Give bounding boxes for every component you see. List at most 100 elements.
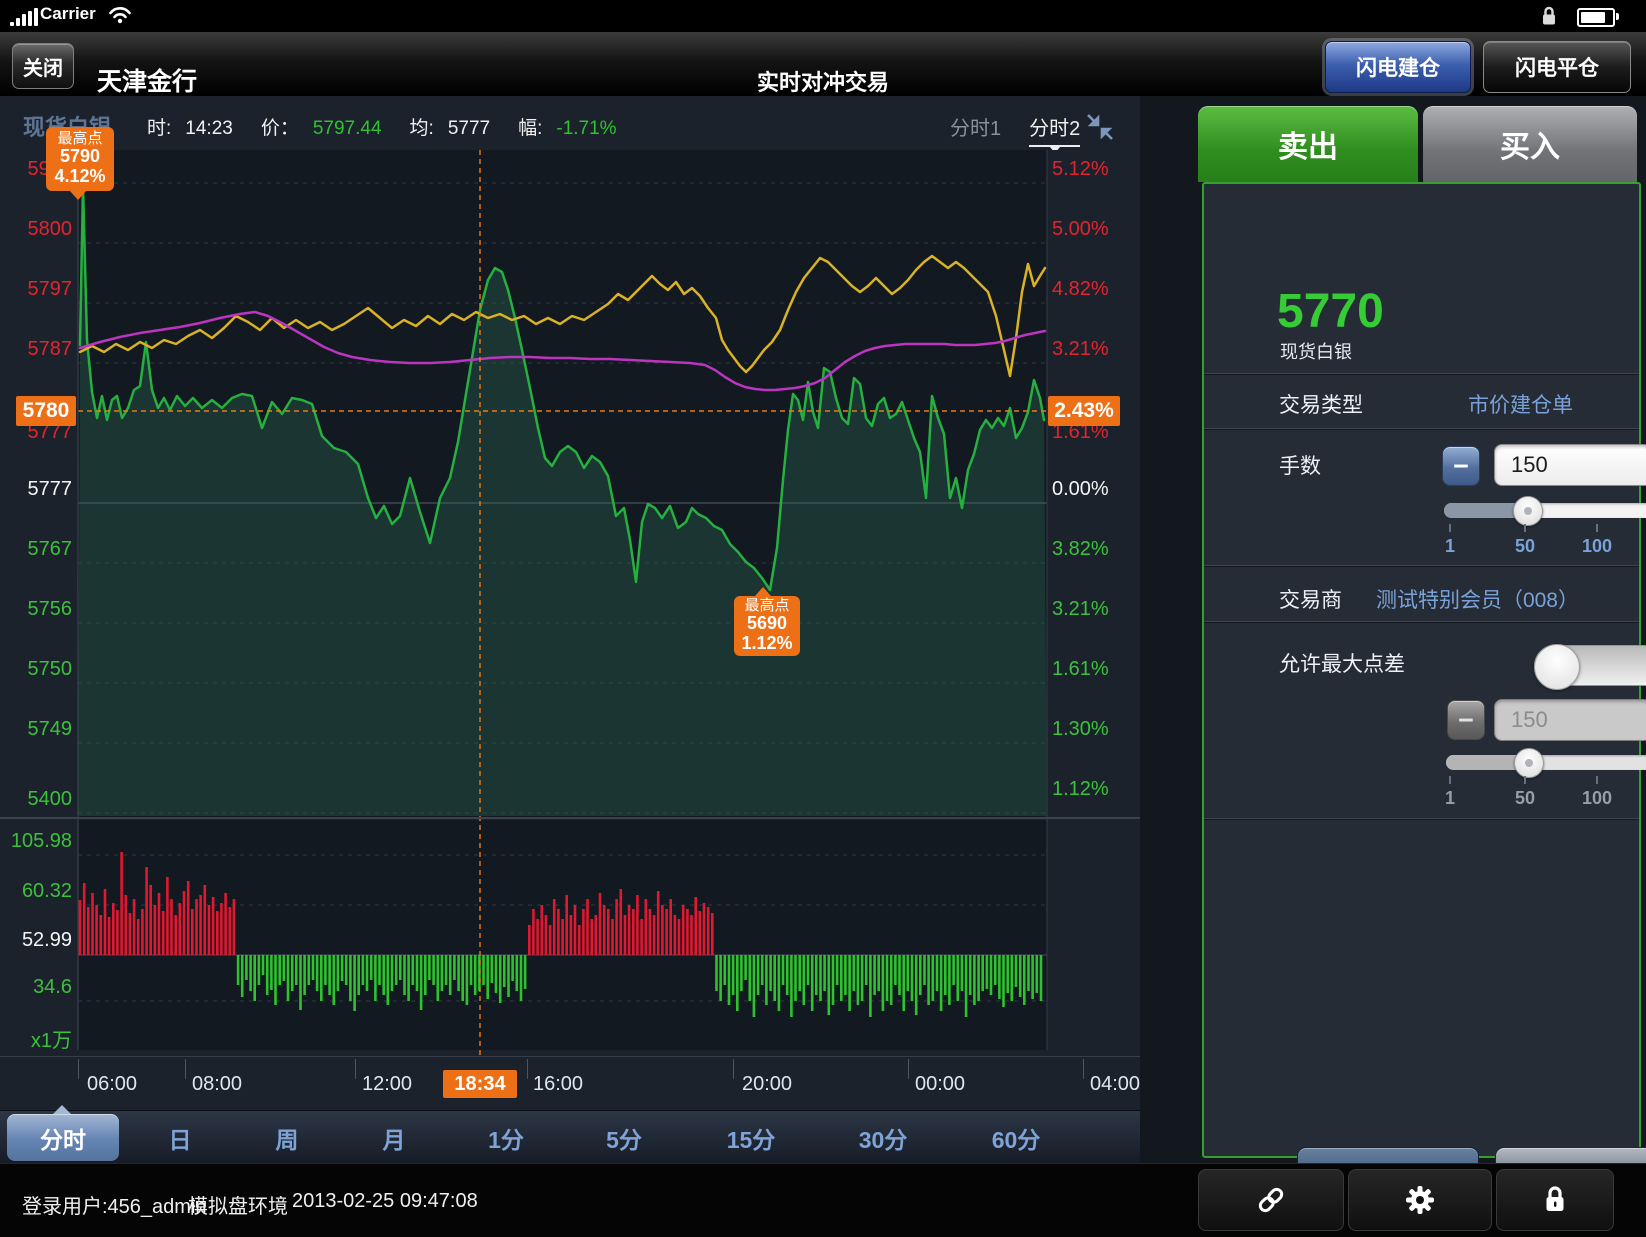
spread-minus-button[interactable]: − — [1447, 700, 1485, 740]
axis-label: 1.12% — [1052, 778, 1109, 801]
slider-tick — [1596, 524, 1598, 532]
broker-value[interactable]: 测试特别会员（008） — [1376, 584, 1579, 614]
lots-slider-knob[interactable] — [1513, 496, 1543, 526]
lock-icon — [1542, 1184, 1568, 1216]
time-tick — [355, 1059, 356, 1079]
max-spread-label: 允许最大点差 — [1279, 648, 1405, 678]
flash-open-button[interactable]: 闪电建仓 — [1325, 41, 1471, 93]
lock-button[interactable] — [1496, 1169, 1614, 1231]
spread-slider[interactable] — [1446, 755, 1646, 770]
period-tab[interactable]: 月 — [371, 1111, 418, 1164]
sell-tab[interactable]: 卖出 — [1198, 106, 1418, 182]
nav-bar: 关闭 天津金行 实时对冲交易 闪电建仓 闪电平仓 — [0, 32, 1646, 97]
period-tab[interactable]: 15分 — [715, 1111, 788, 1164]
divider — [1204, 565, 1639, 566]
time-tick — [185, 1059, 186, 1079]
period-tab[interactable]: 5分 — [594, 1111, 654, 1164]
axis-label: 5756 — [2, 598, 72, 621]
divider — [1204, 621, 1639, 622]
axis-label: 5797 — [2, 278, 72, 301]
slider-tick — [1449, 524, 1451, 532]
period-tab[interactable]: 日 — [157, 1111, 204, 1164]
status-bar: Carrier — [0, 0, 1646, 32]
tab-fenshi2[interactable]: 分时2 — [1029, 112, 1080, 147]
lots-minus-button[interactable]: − — [1442, 446, 1480, 486]
divider — [1204, 428, 1639, 429]
current-percent-badge: 2.43% — [1048, 396, 1120, 426]
buy-tab[interactable]: 买入 — [1423, 106, 1637, 182]
lots-input[interactable] — [1494, 444, 1646, 486]
trade-panel: 卖出 买入 5770 现货白银 交易类型 市价建仓单 手数 − + 150100… — [1140, 96, 1646, 1163]
axis-label: 5.00% — [1052, 218, 1109, 241]
axis-label: 5.12% — [1052, 158, 1109, 181]
trading-app: Carrier 关闭 天津金行 实时对冲交易 闪电建仓 闪电平仓 现货白银 时:… — [0, 0, 1646, 1237]
axis-label: 5767 — [2, 538, 72, 561]
slider-tick — [1596, 776, 1598, 784]
environment-label: 模拟盘环境 — [188, 1190, 288, 1219]
period-tab[interactable]: 60分 — [980, 1111, 1053, 1164]
axis-label: 4.82% — [1052, 278, 1109, 301]
chart-region: 现货白银 时:14:23价：5797.44均:5777幅:-1.71% 分时1 … — [0, 96, 1140, 1163]
axis-label: 5800 — [2, 218, 72, 241]
spread-slider-knob[interactable] — [1514, 748, 1544, 778]
period-tab[interactable]: 30分 — [847, 1111, 920, 1164]
lots-label: 手数 — [1279, 450, 1321, 480]
axis-label: 5777 — [2, 478, 72, 501]
slider-tick-label: 100 — [1582, 788, 1612, 809]
order-form: 5770 现货白银 交易类型 市价建仓单 手数 − + 150100150 交易… — [1202, 182, 1641, 1158]
slider-tick — [1524, 776, 1526, 784]
time-label: 20:00 — [742, 1073, 792, 1096]
time-tick — [733, 1059, 734, 1079]
spread-input[interactable] — [1494, 699, 1646, 741]
time-tick — [908, 1059, 909, 1079]
axis-label: 1.30% — [1052, 718, 1109, 741]
max-spread-toggle[interactable] — [1534, 645, 1646, 686]
axis-label: x1万 — [2, 1024, 72, 1053]
link-button[interactable] — [1198, 1169, 1344, 1231]
wifi-icon — [108, 6, 132, 24]
period-tab-active[interactable]: 分时 — [7, 1114, 119, 1161]
flash-close-button[interactable]: 闪电平仓 — [1483, 41, 1631, 93]
axis-label: 1.61% — [1052, 658, 1109, 681]
time-label: 16:00 — [533, 1073, 583, 1096]
slider-tick — [1524, 524, 1526, 532]
time-label: 08:00 — [192, 1073, 242, 1096]
toggle-knob[interactable] — [1534, 644, 1580, 690]
axis-label: 105.98 — [2, 830, 72, 853]
axis-label: 34.6 — [2, 976, 72, 999]
slider-tick-label: 1 — [1445, 788, 1455, 809]
axis-label: 5400 — [2, 788, 72, 811]
quote-symbol: 现货白银 — [1280, 338, 1352, 364]
lots-slider[interactable] — [1444, 503, 1646, 518]
slider-tick-label: 50 — [1515, 536, 1535, 557]
period-tab-bar: 分时日 周 月 1分 5分 15分 30分 60分 — [0, 1110, 1140, 1164]
slider-tick — [1449, 776, 1451, 784]
trade-type-label: 交易类型 — [1279, 389, 1363, 419]
time-tick — [78, 1059, 79, 1079]
axis-label: 5749 — [2, 718, 72, 741]
time-label: 04:00 — [1090, 1073, 1140, 1096]
trade-type-value[interactable]: 市价建仓单 — [1468, 389, 1573, 419]
login-user-label: 登录用户:456_admin — [22, 1190, 207, 1219]
collapse-chart-icon[interactable] — [1085, 112, 1115, 142]
axis-label: 3.21% — [1052, 338, 1109, 361]
slider-tick-label: 1 — [1445, 536, 1455, 557]
period-tab[interactable]: 周 — [264, 1111, 311, 1164]
datetime-label: 2013-02-25 09:47:08 — [292, 1190, 478, 1213]
footer-bar: 登录用户:456_admin 模拟盘环境 2013-02-25 09:47:08 — [0, 1163, 1646, 1237]
axis-label: 52.99 — [2, 929, 72, 952]
price-volume-chart[interactable] — [0, 150, 1140, 1056]
carrier-label: Carrier — [40, 4, 96, 24]
battery-icon — [1577, 8, 1615, 27]
quote-metric: 均:5777 — [410, 118, 505, 139]
settings-button[interactable] — [1348, 1169, 1492, 1231]
period-tab[interactable]: 1分 — [476, 1111, 536, 1164]
quote-metric: 幅:-1.71% — [518, 118, 630, 139]
time-label: 06:00 — [87, 1073, 137, 1096]
divider — [1204, 818, 1639, 819]
current-price-badge: 5780 — [16, 396, 76, 426]
tab-fenshi1[interactable]: 分时1 — [950, 112, 1001, 147]
slider-tick-label: 100 — [1582, 536, 1612, 557]
quote-info-line: 现货白银 时:14:23价：5797.44均:5777幅:-1.71% 分时1 … — [0, 104, 1140, 140]
link-icon — [1255, 1184, 1287, 1216]
